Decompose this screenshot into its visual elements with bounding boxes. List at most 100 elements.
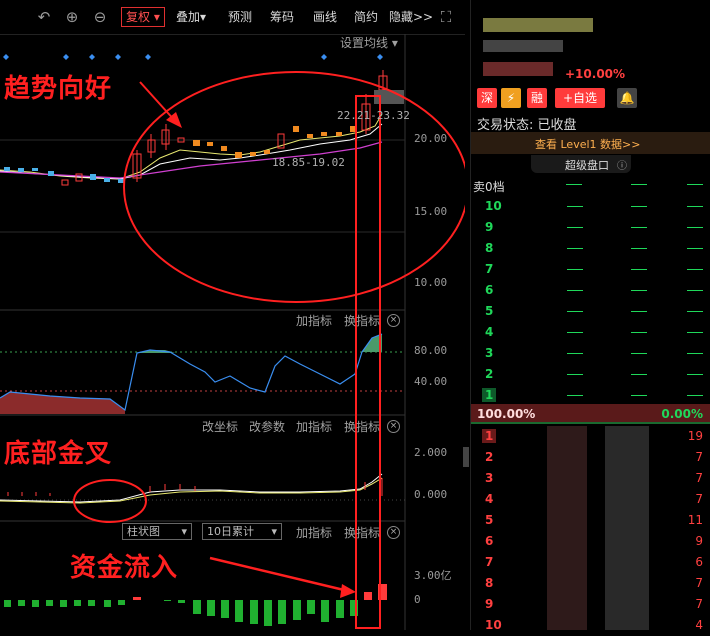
empty-dash	[631, 353, 647, 354]
empty-dash	[687, 311, 703, 312]
sell-row: 10	[471, 196, 710, 217]
predict-button[interactable]: 预测	[228, 9, 252, 25]
dash	[631, 184, 647, 185]
sell-row: 8	[471, 238, 710, 259]
add-watchlist-button[interactable]: +自选	[555, 88, 605, 108]
ind3-close-icon[interactable]: ×	[387, 526, 400, 539]
accum-select[interactable]: 10日累计 ▾	[202, 523, 282, 540]
empty-dash	[567, 374, 583, 375]
ind1-change-indicator[interactable]: 换指标	[344, 312, 380, 329]
sell-row: 7	[471, 259, 710, 280]
ind3-change-indicator[interactable]: 换指标	[344, 524, 380, 541]
change-pct: +10.00%	[565, 67, 626, 81]
sell-row: 4	[471, 322, 710, 343]
annotation-golden-cross: 底部金叉	[4, 439, 113, 469]
empty-dash	[567, 269, 583, 270]
ind2-y-tick-2: 2.000	[414, 446, 448, 459]
fuquan-button[interactable]: 复权 ▾	[121, 7, 165, 27]
tag-rong[interactable]: 融	[527, 88, 547, 108]
info-icon[interactable]: ⓘ	[617, 157, 627, 172]
empty-dash	[631, 395, 647, 396]
sell-row: 5	[471, 301, 710, 322]
level1-link[interactable]: 查看 Level1 数据>>	[535, 136, 640, 152]
ind2-change-param[interactable]: 改参数	[249, 418, 285, 435]
trade-status: 交易状态: 已收盘	[477, 118, 577, 133]
fuquan-label: 复权	[126, 10, 151, 24]
chart-type-select[interactable]: 柱状图 ▾	[122, 523, 192, 540]
buy-row: 76	[471, 552, 710, 573]
sell-level-label: 4	[485, 325, 494, 339]
simple-button[interactable]: 简约	[354, 9, 378, 25]
empty-dash	[567, 353, 583, 354]
price-range-low: 18.85-19.02	[272, 156, 345, 169]
y-tick-20: 20.00	[414, 132, 448, 145]
ratio-right: 0.00%	[661, 407, 703, 421]
sell-level-label: 9	[485, 220, 494, 234]
kline-chart-area[interactable]: 设置均线 ▾ 22.21-23.32 18.85-19.02 20.00 15.…	[0, 34, 465, 630]
ind2-change-coord[interactable]: 改坐标	[202, 418, 238, 435]
accum-label: 10日累计	[207, 525, 254, 538]
fullscreen-icon[interactable]: ⛶	[438, 9, 454, 25]
buy-level-label: 3	[485, 471, 494, 485]
undo-icon[interactable]: ↶	[36, 9, 52, 25]
quote-panel: +10.00% 深 ⚡ 融 +自选 🔔 交易状态: 已收盘 查看 Level1 …	[470, 0, 710, 632]
buy-level-label: 7	[485, 555, 494, 569]
y-tick-10: 10.00	[414, 276, 448, 289]
empty-dash	[631, 227, 647, 228]
set-ma-button[interactable]: 设置均线 ▾	[340, 34, 398, 51]
bell-icon[interactable]: 🔔	[617, 88, 637, 108]
chart-svg	[0, 34, 465, 630]
overlay-button[interactable]: 叠加▾	[176, 9, 206, 25]
empty-dash	[567, 248, 583, 249]
sell-level-label: 5	[485, 304, 494, 318]
y-tick-15: 15.00	[414, 205, 448, 218]
panel-collapse-handle[interactable]	[463, 447, 469, 467]
empty-dash	[687, 290, 703, 291]
empty-dash	[567, 227, 583, 228]
super-panel-tab[interactable]: 超级盘口 ⓘ	[531, 155, 631, 173]
buy-volume: 19	[687, 429, 703, 443]
empty-dash	[687, 374, 703, 375]
empty-dash	[631, 248, 647, 249]
buy-row: 87	[471, 573, 710, 594]
draw-line-button[interactable]: 画线	[313, 9, 337, 25]
annotation-trend: 趋势向好	[4, 74, 113, 104]
overlay-label: 叠加	[176, 10, 201, 24]
buy-row: 47	[471, 489, 710, 510]
sell-row: 6	[471, 280, 710, 301]
ind1-y-tick-40: 40.00	[414, 375, 448, 388]
buy-volume: 9	[695, 534, 703, 548]
buy-row: 1 19	[471, 426, 710, 447]
buy-volume: 11	[687, 513, 703, 527]
ratio-green-line	[471, 422, 710, 424]
zoom-in-icon[interactable]: ⊕	[64, 9, 80, 25]
buy-row: 10 4	[471, 615, 710, 636]
ind2-close-icon[interactable]: ×	[387, 420, 400, 433]
stock-name-blurred	[483, 18, 593, 32]
sell-level-label: 1	[482, 388, 497, 402]
empty-dash	[631, 269, 647, 270]
zoom-out-icon[interactable]: ⊖	[92, 9, 108, 25]
empty-dash	[631, 206, 647, 207]
empty-dash	[631, 311, 647, 312]
ind3-add-indicator[interactable]: 加指标	[296, 524, 332, 541]
ind2-add-indicator[interactable]: 加指标	[296, 418, 332, 435]
chevron-down-icon: ▾	[181, 525, 187, 538]
ind2-change-indicator[interactable]: 换指标	[344, 418, 380, 435]
buy-level-label: 2	[485, 450, 494, 464]
buy-row: 69	[471, 531, 710, 552]
level1-bar[interactable]: 查看 Level1 数据>>	[471, 132, 710, 154]
hide-button[interactable]: 隐藏>>	[389, 9, 433, 25]
lightning-icon[interactable]: ⚡	[501, 88, 521, 108]
buy-level-label: 8	[485, 576, 494, 590]
ind1-close-icon[interactable]: ×	[387, 314, 400, 327]
tag-shen[interactable]: 深	[477, 88, 497, 108]
sell-row: 9	[471, 217, 710, 238]
ind1-add-indicator[interactable]: 加指标	[296, 312, 332, 329]
ind1-y-tick-80: 80.00	[414, 344, 448, 357]
stock-code-blurred	[483, 40, 563, 52]
chips-button[interactable]: 筹码	[270, 9, 294, 25]
empty-dash	[687, 206, 703, 207]
buy-volume: 7	[695, 450, 703, 464]
buy-level-label: 1	[482, 429, 497, 443]
